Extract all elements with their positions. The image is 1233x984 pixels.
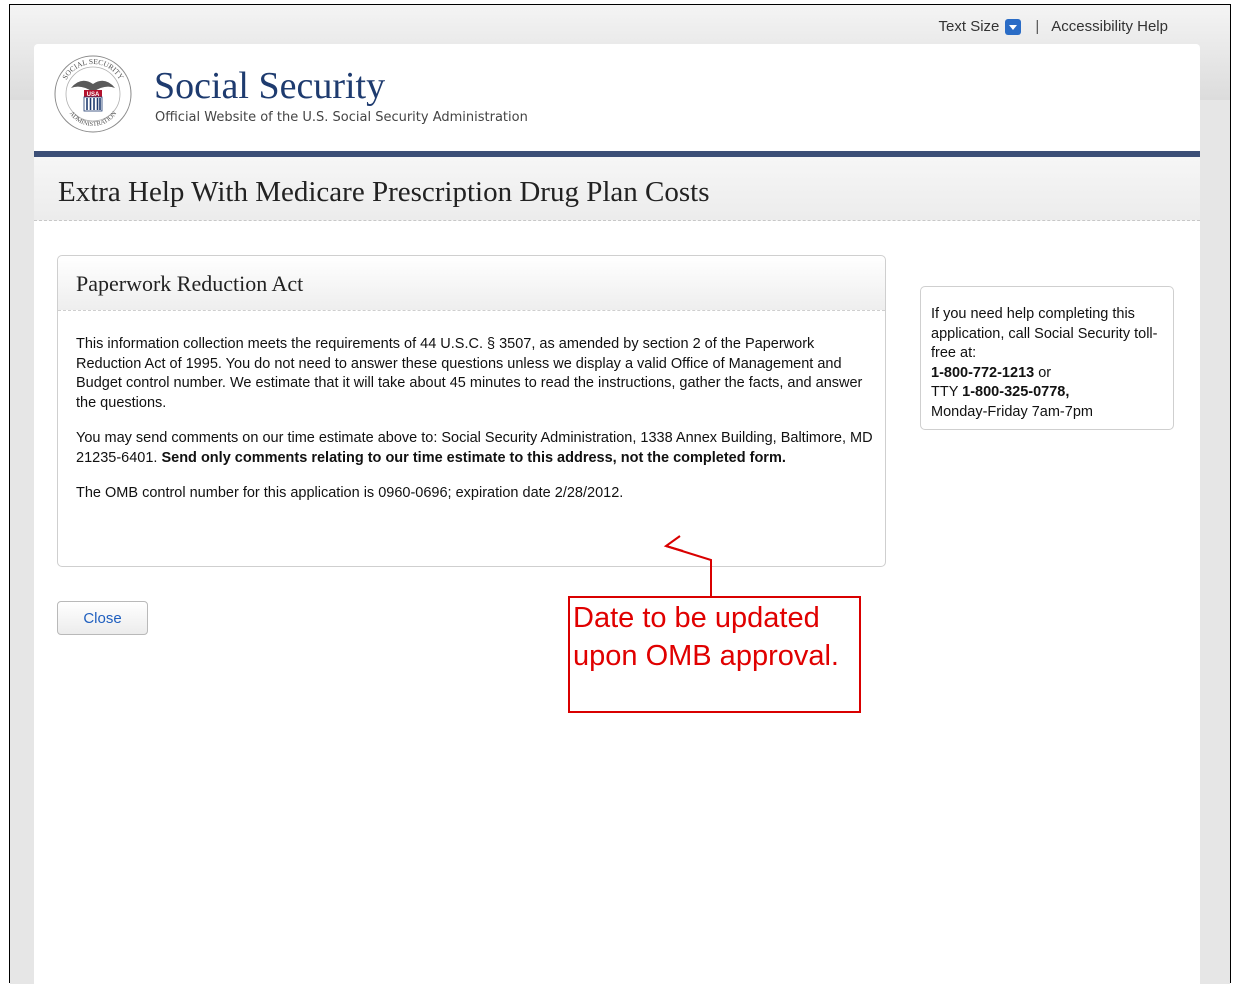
site-title[interactable]: Social Security: [154, 64, 385, 108]
panel-header: Paperwork Reduction Act: [58, 256, 885, 311]
annotation-callout: Date to be updated upon OMB approval.: [568, 596, 861, 713]
help-box: If you need help completing this applica…: [920, 286, 1174, 430]
site-header: USA SOCIAL SECURITY ADMINISTRATION Socia…: [34, 44, 1200, 151]
comments-bold-text: Send only comments relating to our time …: [161, 449, 786, 466]
left-gutter: [10, 100, 34, 984]
paragraph-omb: The OMB control number for this applicat…: [76, 485, 624, 501]
panel-title: Paperwork Reduction Act: [76, 271, 304, 296]
help-tty-label: TTY: [931, 384, 963, 400]
site-subtitle: Official Website of the U.S. Social Secu…: [155, 110, 528, 125]
help-intro: If you need help completing this applica…: [931, 306, 1158, 361]
close-button[interactable]: Close: [57, 601, 148, 635]
right-gutter: [1200, 100, 1230, 984]
paperwork-panel: Paperwork Reduction Act This information…: [57, 255, 886, 567]
help-hours: Monday-Friday 7am-7pm: [931, 403, 1093, 420]
help-phone: 1-800-772-1213: [931, 364, 1035, 381]
help-tty: 1-800-325-0778,: [962, 384, 1070, 400]
page-title: Extra Help With Medicare Prescription Dr…: [58, 176, 710, 208]
browser-frame: Text Size | Accessibility Help USA SOCIA…: [9, 4, 1231, 984]
text-size-link[interactable]: Text Size: [939, 18, 1000, 35]
utility-bar: Text Size | Accessibility Help: [939, 18, 1168, 35]
separator: |: [1035, 18, 1040, 35]
panel-body: This information collection meets the re…: [76, 335, 876, 520]
ssa-seal-logo[interactable]: USA SOCIAL SECURITY ADMINISTRATION: [53, 54, 133, 134]
page-container: USA SOCIAL SECURITY ADMINISTRATION Socia…: [34, 44, 1200, 984]
paragraph-comments: You may send comments on our time estima…: [76, 429, 876, 468]
chevron-down-icon[interactable]: [1005, 18, 1022, 35]
accessibility-help-link[interactable]: Accessibility Help: [1051, 18, 1168, 35]
logo-usa-text: USA: [87, 92, 100, 98]
title-band: Extra Help With Medicare Prescription Dr…: [34, 157, 1200, 221]
paragraph-requirements: This information collection meets the re…: [76, 336, 863, 411]
help-or: or: [1034, 364, 1052, 381]
